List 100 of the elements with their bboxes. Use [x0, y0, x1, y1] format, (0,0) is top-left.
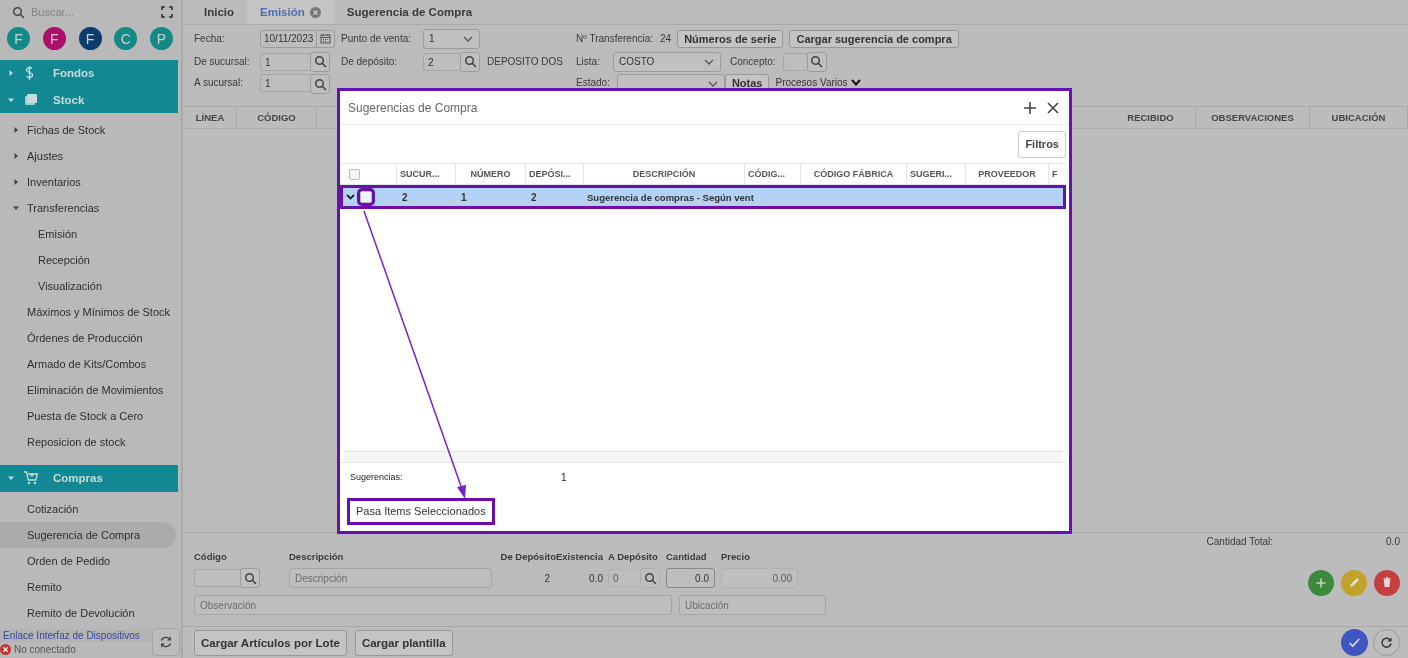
menu-item[interactable]: Orden de Pedido [0, 547, 176, 574]
filter-button[interactable]: Filtros [1018, 130, 1066, 158]
field-label: A sucursal: [194, 76, 244, 88]
dropdown[interactable]: 1 [423, 28, 480, 49]
close-icon[interactable] [1047, 101, 1059, 114]
add-icon[interactable] [1023, 100, 1037, 115]
menu-item[interactable]: Eliminación de Movimientos [0, 377, 176, 403]
button[interactable]: Cargar Artículos por Lote [194, 629, 347, 656]
search-button[interactable] [240, 568, 260, 588]
dropdown[interactable]: COSTO [613, 51, 721, 72]
input-field[interactable]: Observación [194, 595, 672, 615]
connection-status: No conectado [14, 643, 76, 655]
table-cell: 2 [531, 191, 537, 203]
refresh-icon [159, 634, 173, 649]
menu-item[interactable]: Ajustes [0, 143, 176, 169]
menu-item[interactable]: Transferencias [0, 195, 176, 221]
menu-item[interactable]: Puesta de Stock a Cero [0, 403, 176, 429]
refresh-button[interactable] [152, 627, 180, 656]
cart-icon [23, 470, 39, 487]
menu-item[interactable]: Emisión [0, 221, 176, 247]
field-value: 0.0 [589, 572, 603, 584]
column-header: SUGERI... [906, 164, 965, 184]
menu-button[interactable]: Procesos Varios [775, 74, 861, 88]
input-field[interactable]: Ubicación [679, 595, 826, 615]
summary-label: Sugerencias: [350, 472, 404, 482]
search-button[interactable] [806, 51, 827, 72]
button[interactable]: Cargar plantilla [354, 629, 453, 656]
menu-item[interactable]: Cotización [0, 495, 176, 522]
search-button[interactable] [460, 51, 480, 72]
search-button[interactable] [310, 74, 330, 94]
menu-item[interactable]: Sugerencia de Compra [0, 521, 176, 548]
avatar[interactable]: F [42, 27, 66, 50]
menu-item[interactable]: Remito [0, 573, 176, 600]
column-header: UBICACIÓN [1310, 107, 1408, 128]
input-field[interactable]: 1 [260, 52, 310, 71]
tab[interactable]: Inicio [191, 0, 248, 24]
menu-item[interactable]: Máximos y Mínimos de Stock [0, 299, 176, 325]
input-field[interactable]: 0.0 [666, 568, 715, 588]
total-value: 0.0 [1386, 535, 1400, 547]
search-icon [463, 55, 477, 68]
field-value: DEPOSITO DOS [487, 56, 563, 67]
table-cell: 2 [402, 191, 408, 203]
checkbox[interactable] [360, 191, 372, 203]
column-header: CÓDIGO FÁBRICA [800, 164, 906, 184]
tab[interactable]: Sugerencia de Compra [333, 0, 486, 24]
table-cell: Sugerencia de compras - Según vent [587, 191, 754, 203]
button[interactable]: Números de serie [677, 29, 784, 48]
menu-item[interactable]: Remito de Devolución [0, 599, 176, 625]
column-header: DESCRIPCIÓN [583, 164, 744, 184]
device-link[interactable]: Enlace Interfaz de Dispositivos [0, 628, 152, 642]
reload-button[interactable] [1373, 629, 1400, 656]
summary-value: 1 [561, 471, 567, 483]
search-icon [313, 77, 327, 91]
chevron-down-icon [704, 58, 714, 65]
input-field[interactable]: Descripción [289, 568, 492, 588]
search-icon [12, 5, 25, 19]
input-field[interactable] [782, 52, 807, 71]
table-row[interactable]: 2 1 2 Sugerencia de compras - Según vent [340, 185, 1066, 209]
menu-item[interactable]: Órdenes de Producción [0, 325, 176, 351]
menu-item[interactable]: Fichas de Stock [0, 117, 176, 143]
total-label: Cantidad Total: [1206, 535, 1274, 547]
menu-item[interactable]: Inventarios [0, 169, 176, 195]
field-label: Descripción [289, 551, 345, 562]
input-field[interactable] [194, 569, 240, 587]
field-label: Precio [721, 551, 752, 562]
field-label: Estado: [576, 76, 610, 88]
field-label: A Depósito [608, 551, 659, 562]
search-button[interactable] [310, 51, 330, 72]
checkbox[interactable] [349, 168, 360, 180]
column-header: SUCUR... [396, 164, 455, 184]
scrollbar[interactable] [344, 451, 1063, 462]
fullscreen-icon [161, 6, 173, 18]
delete-button[interactable] [1374, 570, 1400, 596]
input-field[interactable]: 2 [423, 52, 460, 71]
column-header: CÓDIG... [744, 164, 800, 184]
menu-item[interactable]: Visualización [0, 273, 176, 299]
error-icon [0, 643, 11, 655]
column-header: CÓDIGO [237, 107, 317, 128]
chevron-down-icon [707, 81, 718, 87]
avatar[interactable]: F [78, 27, 102, 50]
column-header: PROVEEDOR [965, 164, 1048, 184]
search-icon [313, 55, 327, 68]
field-label: Cantidad [666, 551, 708, 562]
field-value: 24 [660, 33, 672, 44]
menu-item[interactable]: Armado de Kits/Combos [0, 351, 176, 377]
column-header: OBSERVACIONES [1196, 107, 1310, 128]
field-label: Código [194, 551, 228, 562]
confirm-button[interactable] [1341, 629, 1368, 656]
chevron-down-icon [850, 79, 861, 86]
pass-items-button[interactable]: Pasa Items Seleccionados [347, 497, 495, 525]
table-cell: 1 [461, 191, 467, 203]
field-label: Punto de venta: [341, 33, 413, 44]
chevron-down-icon [463, 35, 473, 42]
date-field[interactable]: 10/11/2023 [260, 29, 336, 48]
button[interactable]: Cargar sugerencia de compra [789, 29, 959, 48]
input-field[interactable]: 1 [260, 74, 310, 92]
menu-item[interactable]: Reposicion de stock [0, 429, 176, 455]
menu-item[interactable]: Recepción [0, 247, 176, 273]
field-value: 2 [544, 572, 550, 584]
field-label: Existencia [556, 551, 603, 562]
